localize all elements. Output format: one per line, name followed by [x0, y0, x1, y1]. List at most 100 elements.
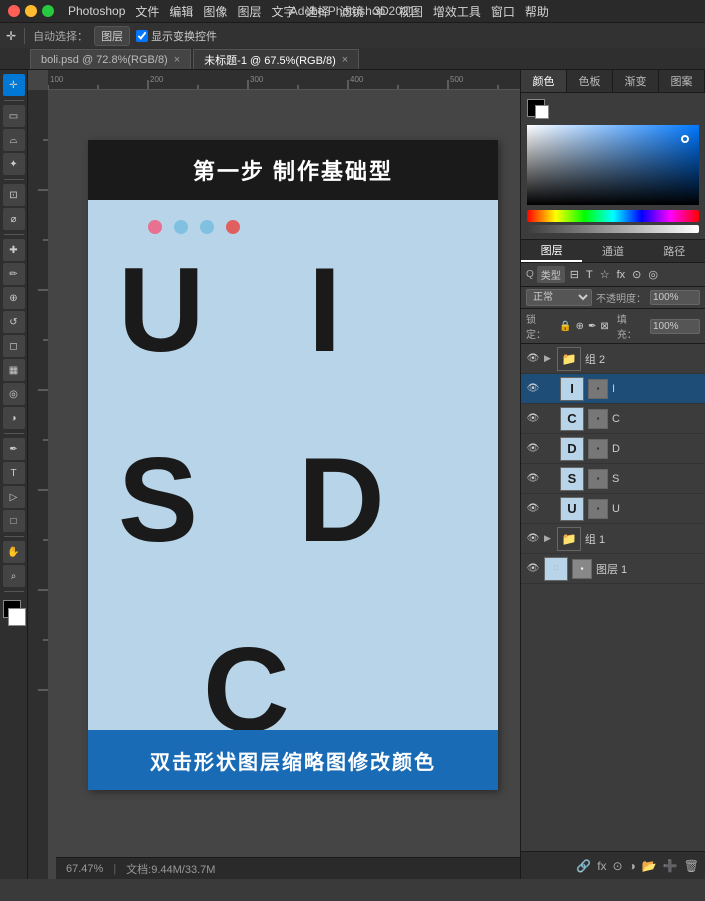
bg-swatch[interactable] [535, 105, 549, 119]
filter-kind-btn[interactable]: 类型 [537, 266, 565, 283]
tab-paths[interactable]: 路径 [644, 240, 705, 262]
layer-I[interactable]: 👁 I ▪ I [521, 374, 705, 404]
toolbar-separator [24, 28, 25, 44]
history-brush[interactable]: ↺ [3, 311, 25, 333]
eye-U[interactable]: 👁 [526, 502, 540, 516]
fg-bg-swatch-mini[interactable] [527, 99, 555, 121]
tab-channels[interactable]: 通道 [582, 240, 643, 262]
adjustment-icon[interactable]: ◑ [629, 859, 636, 873]
layer-C[interactable]: 👁 C ▪ C [521, 404, 705, 434]
eye-D[interactable]: 👁 [526, 442, 540, 456]
magic-wand-tool[interactable]: ✦ [3, 153, 25, 175]
group2-arrow[interactable]: ▶ [544, 353, 551, 364]
eye-group2[interactable]: 👁 [526, 352, 540, 366]
menu-app[interactable]: Photoshop [68, 4, 125, 18]
lock-all-icon[interactable]: ⊠ [600, 321, 608, 332]
blend-mode-select[interactable]: 正常 [526, 289, 592, 306]
link-icon[interactable]: 🔗 [576, 859, 591, 873]
zoom-tool[interactable]: ⌕ [3, 565, 25, 587]
filter-icon-4[interactable]: fx [615, 269, 628, 281]
opacity-input[interactable]: 100% [650, 290, 700, 305]
group1-arrow[interactable]: ▶ [544, 533, 551, 544]
close-tab-icon[interactable]: × [174, 54, 180, 66]
layer-group2[interactable]: 👁 ▶ 📁 组 2 [521, 344, 705, 374]
fx-icon[interactable]: fx [597, 859, 606, 873]
show-transform-checkbox[interactable] [136, 30, 148, 42]
eye-S[interactable]: 👁 [526, 472, 540, 486]
lasso-tool[interactable]: ⌓ [3, 129, 25, 151]
eye-group1[interactable]: 👁 [526, 532, 540, 546]
hand-tool[interactable]: ✋ [3, 541, 25, 563]
tab-color[interactable]: 颜色 [521, 70, 567, 92]
eye-C[interactable]: 👁 [526, 412, 540, 426]
gradient-tool[interactable]: ▦ [3, 359, 25, 381]
filter-icon-2[interactable]: T [584, 269, 595, 281]
tab-pattern[interactable]: 图案 [659, 70, 705, 92]
pen-tool[interactable]: ✒ [3, 438, 25, 460]
new-layer-icon[interactable]: ➕ [663, 859, 678, 873]
menu-plugins[interactable]: 增效工具 [433, 3, 481, 20]
eraser-tool[interactable]: ◻ [3, 335, 25, 357]
filter-icon-5[interactable]: ⊙ [630, 268, 643, 281]
color-gradient[interactable] [527, 125, 699, 205]
lock-label: 锁定： [526, 311, 555, 341]
menu-edit[interactable]: 编辑 [169, 3, 193, 20]
trash-icon[interactable]: 🗑 [684, 859, 699, 873]
fill-input[interactable]: 100% [650, 319, 700, 334]
fullscreen-button[interactable] [42, 5, 54, 17]
tab-untitled[interactable]: 未标题-1 @ 67.5%(RGB/8) × [193, 49, 359, 69]
menu-bar: Photoshop 文件 编辑 图像 图层 文字 选择 滤镜 3D 视图 增效工… [0, 0, 705, 22]
tab-boli[interactable]: boli.psd @ 72.8%(RGB/8) × [30, 49, 191, 69]
menu-help[interactable]: 帮助 [525, 3, 549, 20]
filter-icon-1[interactable]: ⊟ [568, 268, 581, 281]
healing-tool[interactable]: ✚ [3, 239, 25, 261]
opacity-bar[interactable] [527, 225, 699, 233]
layer-group1[interactable]: 👁 ▶ 📁 组 1 [521, 524, 705, 554]
close-tab-icon-2[interactable]: × [342, 54, 348, 66]
layer-U[interactable]: 👁 U ▪ U [521, 494, 705, 524]
brush-tool[interactable]: ✏ [3, 263, 25, 285]
dodge-tool[interactable]: ◑ [3, 407, 25, 429]
layer-select-btn[interactable]: 图层 [94, 26, 130, 46]
close-button[interactable] [8, 5, 20, 17]
menu-layer[interactable]: 图层 [237, 3, 261, 20]
eye-layer1[interactable]: 👁 [526, 562, 540, 576]
lock-icon[interactable]: 🔒 [559, 321, 571, 332]
menu-window[interactable]: 窗口 [491, 3, 515, 20]
shape-tool[interactable]: □ [3, 510, 25, 532]
lock-pos-icon[interactable]: ⊕ [576, 321, 584, 332]
dot-2 [174, 220, 188, 234]
text-tool[interactable]: T [3, 462, 25, 484]
fg-bg-color-swatch[interactable] [0, 600, 28, 632]
spectrum-bar[interactable] [527, 210, 699, 222]
mask-add-icon[interactable]: ⊙ [613, 859, 623, 873]
tab-layers[interactable]: 图层 [521, 240, 582, 262]
eyedropper-tool[interactable]: ⌀ [3, 208, 25, 230]
move-tool[interactable]: ✛ [3, 74, 25, 96]
path-select-tool[interactable]: ▷ [3, 486, 25, 508]
lock-art-icon[interactable]: ✒ [588, 321, 596, 332]
menu-file[interactable]: 文件 [135, 3, 159, 20]
tab-gradient[interactable]: 渐变 [613, 70, 659, 92]
document[interactable]: 第一步 制作基础型 U I S D C [88, 140, 498, 790]
subtitle-text: 双击形状图层缩略图修改颜色 [150, 746, 436, 775]
eye-I[interactable]: 👁 [526, 382, 540, 396]
blur-tool[interactable]: ◎ [3, 383, 25, 405]
tab-swatches[interactable]: 色板 [567, 70, 613, 92]
color-picker [521, 93, 705, 240]
filter-toggle[interactable]: ◎ [646, 268, 660, 281]
marquee-tool[interactable]: ▭ [3, 105, 25, 127]
crop-tool[interactable]: ⊡ [3, 184, 25, 206]
minimize-button[interactable] [25, 5, 37, 17]
filter-icon-3[interactable]: ☆ [598, 268, 612, 281]
layer-D[interactable]: 👁 D ▪ D [521, 434, 705, 464]
letter-D: D [298, 440, 385, 560]
layer-1[interactable]: 👁 □ ▪ 图层 1 [521, 554, 705, 584]
background-color[interactable] [8, 608, 26, 626]
doc-size: 文档:9.44M/33.7M [126, 861, 215, 877]
clone-tool[interactable]: ⊕ [3, 287, 25, 309]
layer-S[interactable]: 👁 S ▪ S [521, 464, 705, 494]
folder-add-icon[interactable]: 📂 [642, 859, 657, 873]
auto-select-label: 自动选择： [33, 28, 88, 44]
menu-image[interactable]: 图像 [203, 3, 227, 20]
